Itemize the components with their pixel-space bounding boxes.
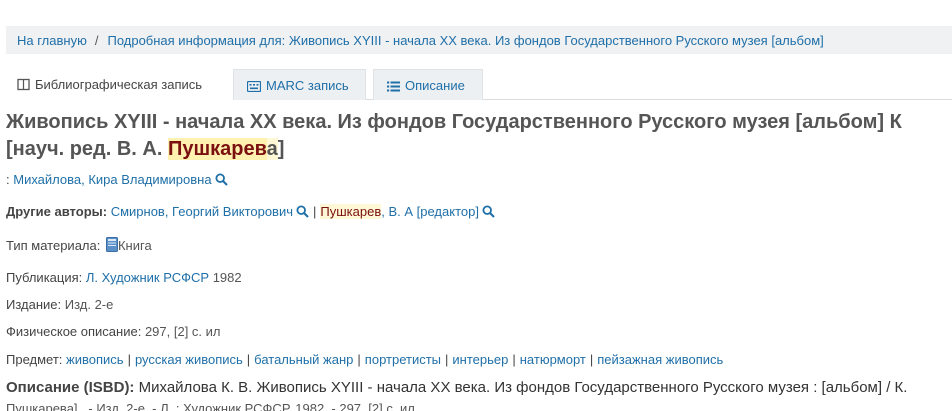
breadcrumb: На главную / Подробная информация для: Жив… bbox=[6, 26, 952, 54]
publication-label: Публикация: bbox=[6, 270, 83, 285]
subjects-row: Предмет: живопись | русская живопись | батал… bbox=[6, 352, 723, 367]
edition-row: Издание: Изд. 2-е bbox=[6, 297, 113, 312]
isbd-label: Описание (ISBD): bbox=[6, 379, 135, 396]
other-authors-row: Другие авторы: Смирнов, Георгий Викторов… bbox=[6, 204, 495, 221]
publication-year: 1982 bbox=[212, 270, 242, 285]
tab-description[interactable]: Описание bbox=[373, 69, 483, 100]
title-highlight: Пушкарев bbox=[167, 138, 267, 160]
keyboard-icon bbox=[246, 80, 262, 95]
breadcrumb-home-link[interactable]: На главную bbox=[17, 33, 87, 48]
material-value: Книга bbox=[117, 238, 152, 253]
title-highlight-tail: а bbox=[266, 138, 278, 160]
tab-description-label: Описание bbox=[405, 78, 465, 93]
material-label: Тип материала: bbox=[6, 238, 101, 253]
subject-separator: | bbox=[246, 352, 251, 367]
isbd-description: Описание (ISBD): Михайлова К. В. Живопис… bbox=[6, 379, 907, 396]
other-author-link-2[interactable]: Пушкарев, В. А [редактор] bbox=[320, 204, 479, 219]
publication-row: Публикация: Л. Художник РСФСР 1982 bbox=[6, 270, 242, 285]
author-link[interactable]: Михайлова, Кира Владимировна bbox=[13, 172, 211, 187]
author-separator: | bbox=[313, 204, 317, 219]
title-line-2-suffix: ] bbox=[277, 138, 285, 160]
title-line-2: [науч. ред. В. А. Пушкарева] bbox=[6, 136, 952, 163]
subject-link[interactable]: натюрморт bbox=[520, 352, 586, 367]
subject-link[interactable]: портретисты bbox=[365, 352, 441, 367]
search-icon[interactable] bbox=[215, 173, 228, 189]
subject-link[interactable]: интерьер bbox=[452, 352, 508, 367]
book-icon bbox=[105, 237, 118, 255]
tab-bibliographic[interactable]: Библиографическая запись bbox=[6, 69, 233, 100]
other-author-link-1[interactable]: Смирнов, Георгий Викторович bbox=[111, 204, 293, 219]
edition-value: Изд. 2-е bbox=[64, 297, 114, 312]
record-title: Живопись XYIII - начала XX века. Из фонд… bbox=[6, 109, 952, 163]
book-icon bbox=[17, 78, 30, 94]
isbd-text: Михайлова К. В. Живопись XYIII - начала … bbox=[138, 379, 908, 396]
subject-separator: | bbox=[445, 352, 449, 367]
physical-label: Физическое описание: bbox=[6, 324, 142, 339]
breadcrumb-separator: / bbox=[94, 33, 99, 48]
title-line-1: Живопись XYIII - начала XX века. Из фонд… bbox=[6, 111, 902, 133]
subject-separator: | bbox=[127, 352, 131, 367]
physical-row: Физическое описание: 297, [2] с. ил bbox=[6, 324, 221, 339]
material-row: Тип материала: Книга bbox=[6, 237, 152, 255]
subject-link[interactable]: пейзажная живопись bbox=[597, 352, 723, 367]
other-author-highlight: Пушкарев bbox=[320, 204, 382, 219]
other-authors-label: Другие авторы: bbox=[6, 204, 108, 219]
author-row: : Михайлова, Кира Владимировна bbox=[6, 172, 228, 189]
publication-link[interactable]: Л. Художник РСФСР bbox=[86, 270, 209, 285]
subject-link[interactable]: русская живопись bbox=[135, 352, 243, 367]
subjects-label: Предмет: bbox=[6, 352, 63, 367]
subject-separator: | bbox=[589, 352, 594, 367]
search-icon[interactable] bbox=[296, 205, 309, 221]
subject-separator: | bbox=[512, 352, 516, 367]
subject-separator: | bbox=[357, 352, 361, 367]
tab-bibliographic-label: Библиографическая запись bbox=[35, 77, 203, 92]
physical-value: 297, [2] с. ил bbox=[144, 324, 221, 339]
record-tabs: Библиографическая запись MARC запись Опи… bbox=[6, 69, 952, 100]
list-icon bbox=[387, 80, 400, 95]
tab-marc[interactable]: MARC запись bbox=[233, 69, 366, 100]
search-icon[interactable] bbox=[482, 205, 495, 221]
tab-marc-label: MARC запись bbox=[266, 78, 349, 93]
isbd-description-line-2: Пушкарева] . - Изд. 2-е. - Л. : Художник… bbox=[6, 401, 419, 411]
breadcrumb-current-link[interactable]: Подробная информация для: Живопись XYIII… bbox=[107, 33, 823, 48]
title-line-2-prefix: [науч. ред. В. А. bbox=[6, 138, 168, 160]
subject-link[interactable]: живопись bbox=[66, 352, 124, 367]
subject-link[interactable]: батальный жанр bbox=[254, 352, 353, 367]
edition-label: Издание: bbox=[6, 297, 62, 312]
other-author-rest: , В. А [редактор] bbox=[381, 204, 479, 219]
